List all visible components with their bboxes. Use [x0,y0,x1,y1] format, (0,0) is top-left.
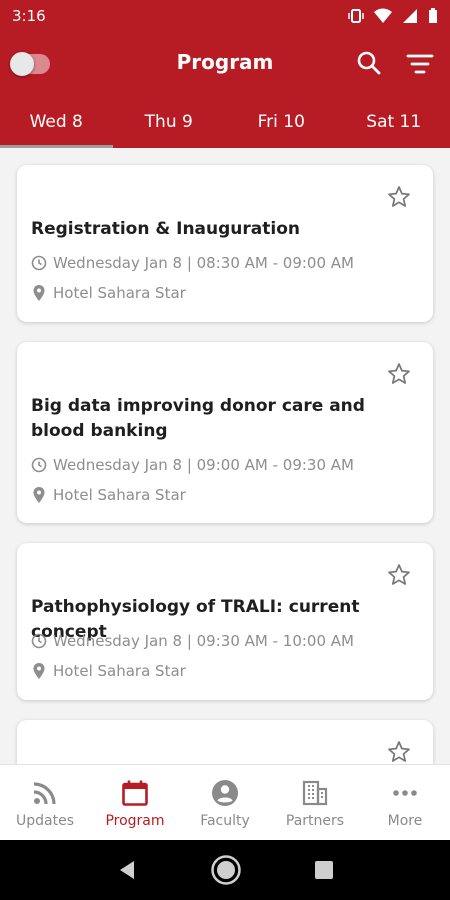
nav-partners[interactable]: Partners [270,765,360,841]
tab-thu-9[interactable]: Thu 9 [113,96,226,148]
location-pin-icon [33,487,45,503]
session-card[interactable]: Registration & Inauguration Wednesday Ja… [17,165,433,322]
status-icons [348,8,438,24]
nav-partners-label: Partners [285,813,345,829]
session-card[interactable]: Pathophysiology of TRALI: current concep… [17,543,433,700]
session-location: Hotel Sahara Star [31,662,186,680]
nav-program[interactable]: Program [90,765,180,841]
nav-more[interactable]: More [360,765,450,841]
location-pin-icon [33,285,45,301]
tab-wed-8[interactable]: Wed 8 [0,96,113,148]
nav-updates-label: Updates [16,813,74,829]
page-title: Program [176,50,274,74]
clock-icon [31,457,47,473]
filter-icon[interactable] [406,52,434,76]
nav-updates[interactable]: Updates [0,765,90,841]
star-icon[interactable] [387,740,411,764]
wifi-icon [374,8,392,23]
day-tabs: Wed 8 Thu 9 Fri 10 Sat 11 [0,96,450,148]
search-icon[interactable] [356,50,382,76]
session-title: Big data improving donor care and blood … [31,396,365,441]
status-bar: 3:16 [0,0,450,32]
session-location-text: Hotel Sahara Star [53,486,186,504]
building-icon [302,780,328,806]
account-icon [212,780,238,806]
battery-icon [429,8,437,23]
star-icon[interactable] [387,362,411,386]
rss-icon [33,782,56,805]
clock-icon [31,633,47,649]
nav-faculty-label: Faculty [200,813,250,829]
session-card[interactable]: Big data improving donor care and blood … [17,342,433,523]
session-location: Hotel Sahara Star [31,284,186,302]
home-icon[interactable] [210,854,242,886]
tab-sat-11[interactable]: Sat 11 [338,96,450,148]
session-time-text: Wednesday Jan 8 | 08:30 AM - 09:00 AM [53,254,354,272]
session-location: Hotel Sahara Star [31,486,186,504]
session-location-text: Hotel Sahara Star [53,284,186,302]
vibrate-icon [348,9,364,23]
system-nav-bar [0,840,450,900]
session-location-text: Hotel Sahara Star [53,662,186,680]
recents-icon[interactable] [314,860,334,880]
nav-faculty[interactable]: Faculty [180,765,270,841]
session-time-text: Wednesday Jan 8 | 09:00 AM - 09:30 AM [53,456,354,474]
session-time: Wednesday Jan 8 | 09:30 AM - 10:00 AM [31,632,354,650]
app-bar: Program [0,32,450,96]
session-card[interactable] [17,720,433,764]
session-time: Wednesday Jan 8 | 08:30 AM - 09:00 AM [31,254,354,272]
star-icon[interactable] [387,563,411,587]
session-list[interactable]: Registration & Inauguration Wednesday Ja… [0,148,450,764]
session-time: Wednesday Jan 8 | 09:00 AM - 09:30 AM [31,456,354,474]
calendar-icon [122,780,148,806]
location-pin-icon [33,663,45,679]
tab-fri-10[interactable]: Fri 10 [225,96,338,148]
signal-icon [403,9,417,23]
star-icon[interactable] [387,185,411,209]
bottom-nav: Updates Program Faculty Partners More [0,764,450,841]
more-icon [393,790,417,796]
clock-icon [31,255,47,271]
status-time: 3:16 [12,7,46,25]
nav-program-label: Program [105,813,165,829]
nav-more-label: More [387,813,423,829]
session-title: Registration & Inauguration [31,219,300,239]
session-time-text: Wednesday Jan 8 | 09:30 AM - 10:00 AM [53,632,354,650]
back-icon[interactable] [116,859,138,881]
